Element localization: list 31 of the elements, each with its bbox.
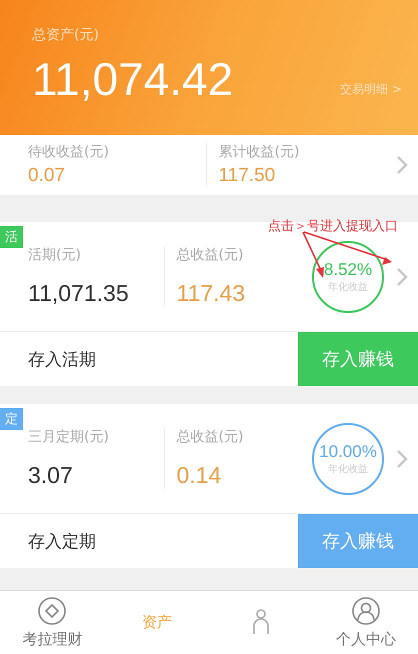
deposit-label: 存入活期 xyxy=(28,348,96,370)
product-badge: 活 xyxy=(0,226,23,248)
chevron-right-icon[interactable] xyxy=(396,448,408,468)
deposit-label: 存入定期 xyxy=(28,530,96,552)
transactions-link[interactable]: 交易明细 > xyxy=(340,80,402,98)
total-assets-value: 11,074.42 xyxy=(32,52,234,106)
nav-tab[interactable]: 个人中心 xyxy=(314,591,418,654)
chevron-right-icon[interactable] xyxy=(396,155,408,175)
summary-label: 累计收益(元) xyxy=(218,143,300,161)
deposit-button[interactable]: 存入赚钱 xyxy=(298,332,418,386)
income-value: 0.14 xyxy=(176,462,222,489)
chevron-right-icon[interactable] xyxy=(396,266,408,286)
balance-value: 11,071.35 xyxy=(28,280,130,307)
income-label: 总收益(元) xyxy=(176,428,244,446)
summary-value: 117.50 xyxy=(218,165,276,187)
deposit-button[interactable]: 存入赚钱 xyxy=(298,514,418,568)
user-icon xyxy=(350,596,381,626)
balance-label: 三月定期(元) xyxy=(28,428,110,446)
total-assets-label: 总资产(元) xyxy=(32,26,100,44)
product-badge: 定 xyxy=(0,408,23,430)
rate-value: 8.52% xyxy=(324,260,372,280)
annotation-text: 点击＞号进入提现入口 xyxy=(268,218,398,235)
income-label: 总收益(元) xyxy=(176,246,244,264)
income-value: 117.43 xyxy=(176,280,246,307)
summary-value: 0.07 xyxy=(28,165,66,187)
balance-label: 活期(元) xyxy=(28,246,82,264)
nav-tab[interactable]: 资产 xyxy=(104,591,209,654)
balance-value: 3.07 xyxy=(28,462,74,489)
nav-tab[interactable]: 考拉理财 xyxy=(0,591,104,654)
rate-value: 10.00% xyxy=(319,442,377,462)
summary-label: 待收收益(元) xyxy=(28,143,110,161)
